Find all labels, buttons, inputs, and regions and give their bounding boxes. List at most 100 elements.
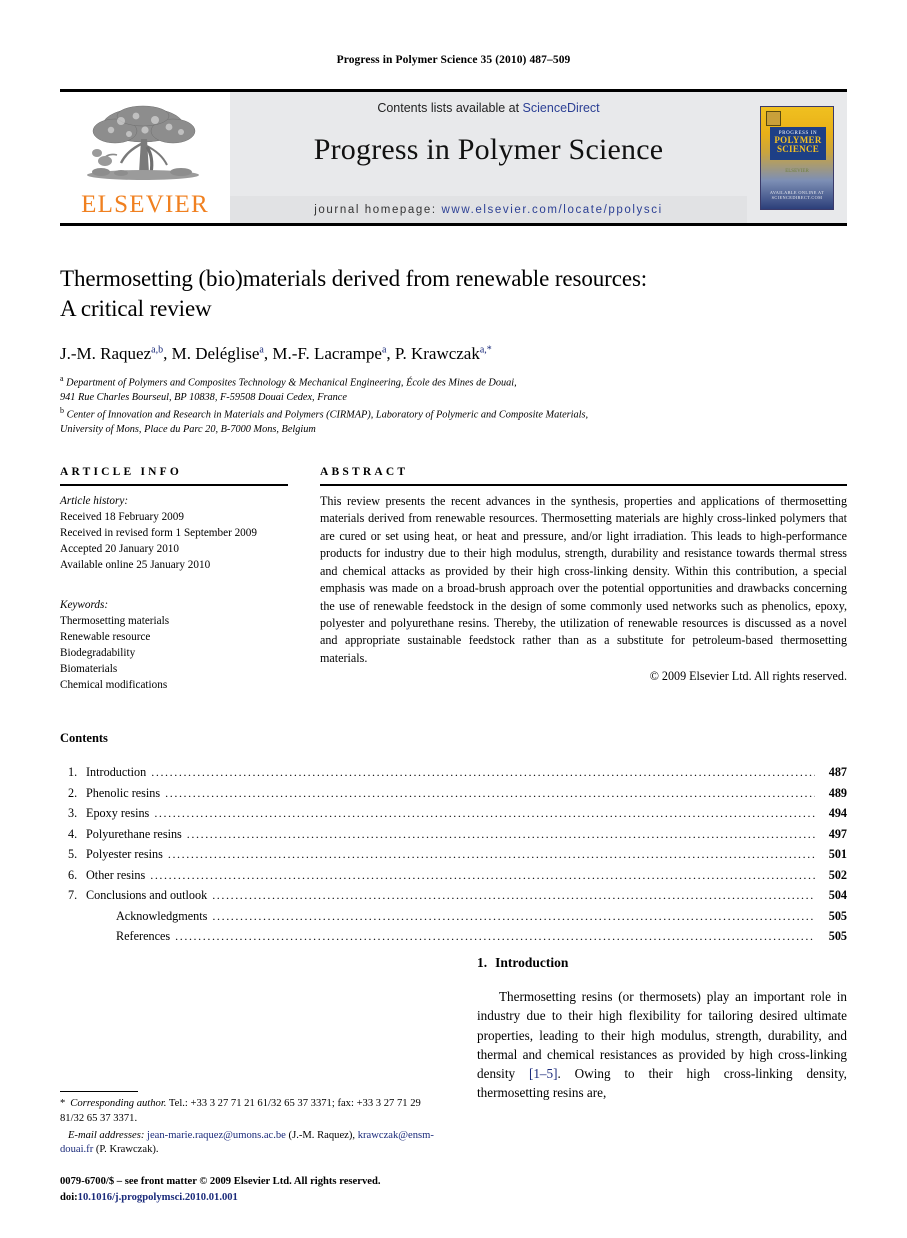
- abstract-column: ABSTRACT This review presents the recent…: [320, 466, 847, 693]
- abstract-copyright: © 2009 Elsevier Ltd. All rights reserved…: [649, 669, 847, 684]
- author-affiliation-mark: a: [259, 344, 264, 356]
- toc-entry[interactable]: 6. Other resins..........................…: [60, 865, 847, 886]
- keywords-block: Keywords: Thermosetting materials Renewab…: [60, 590, 288, 693]
- toc-dot-leader: ........................................…: [212, 908, 815, 923]
- affiliation-list: a Department of Polymers and Composites …: [60, 373, 847, 438]
- keyword-item: Thermosetting materials: [60, 615, 170, 628]
- author-list: J.-M. Raqueza,b, M. Deléglisea, M.-F. La…: [60, 343, 492, 363]
- toc-entry-label: Epoxy resins: [86, 806, 150, 821]
- keyword-item: Chemical modifications: [60, 679, 168, 692]
- toc-entry[interactable]: 2. Phenolic resins.......................…: [60, 783, 847, 804]
- toc-entry-number: 7.: [68, 888, 78, 903]
- article-history-item: Available online 25 January 2010: [60, 559, 211, 572]
- toc-entry-label: Polyester resins: [86, 847, 163, 862]
- toc-entry[interactable]: 7. Conclusions and outlook...............…: [60, 885, 847, 906]
- author-name: P. Krawczak: [394, 343, 480, 363]
- toc-entry[interactable]: 5. Polyester resins......................…: [60, 844, 847, 865]
- toc-dot-leader: ........................................…: [212, 888, 815, 903]
- toc-entry-page: 487: [828, 765, 847, 780]
- author-name: M.-F. Lacrampe: [272, 343, 382, 363]
- author-name: J.-M. Raquez: [60, 343, 152, 363]
- affiliation-line: 941 Rue Charles Bourseul, BP 10838, F-59…: [60, 391, 347, 403]
- toc-entry-number: 3.: [68, 806, 78, 821]
- elsevier-logo: ELSEVIER: [60, 92, 230, 223]
- toc-entry-label: Polyurethane resins: [86, 826, 182, 841]
- corresponding-author-star: *: [60, 1097, 66, 1109]
- toc-entry-page: 505: [828, 908, 847, 923]
- corresponding-author-tel: Tel.: +33 3 27 71 21 61/32 65 37 3371;: [166, 1097, 335, 1109]
- affiliation-line: b Center of Innovation and Research in M…: [60, 406, 589, 421]
- toc-entry[interactable]: 4. Polyurethane resins...................…: [60, 824, 847, 845]
- journal-homepage-link[interactable]: www.elsevier.com/locate/ppolysci: [442, 204, 663, 216]
- article-title-line2: A critical review: [60, 295, 212, 321]
- toc-entry-page: 489: [828, 785, 847, 800]
- toc-entry-label: Other resins: [86, 867, 146, 882]
- contents-available-prefix: Contents lists available at: [377, 101, 523, 115]
- bottom-columns: * Corresponding author. Tel.: +33 3 27 71…: [60, 955, 847, 1205]
- email-owner-2: (P. Krawczak): [95, 1144, 156, 1156]
- toc-entry[interactable]: Acknowledgments.........................…: [60, 906, 847, 927]
- page-title: Thermosetting (bio)materials derived fro…: [60, 264, 847, 324]
- article-history-item: Accepted 20 January 2010: [60, 543, 179, 556]
- toc-entry-label: Introduction: [86, 765, 147, 780]
- corresponding-author-note: * Corresponding author. Tel.: +33 3 27 71…: [60, 1097, 445, 1127]
- toc-entry-page: 494: [828, 806, 847, 821]
- keyword-item: Renewable resource: [60, 631, 151, 644]
- toc-entry-page: 501: [828, 847, 847, 862]
- table-of-contents: 1. Introduction..........................…: [60, 762, 847, 947]
- author-affiliation-mark: a,*: [479, 344, 492, 356]
- email-link-1[interactable]: jean-marie.raquez@umons.ac.be: [147, 1130, 286, 1141]
- journal-cover-thumbnail: PROGRESS IN POLYMER SCIENCE ELSEVIER AVA…: [747, 92, 847, 223]
- article-history-item: Received 18 February 2009: [60, 511, 184, 524]
- email-note: E-mail addresses: jean-marie.raquez@umon…: [60, 1129, 434, 1156]
- doi-line: doi:10.1016/j.progpolymsci.2010.01.001: [60, 1190, 445, 1205]
- article-history-item: Received in revised form 1 September 200…: [60, 527, 257, 540]
- elsevier-wordmark: ELSEVIER: [81, 191, 209, 218]
- affiliation-line: a Department of Polymers and Composites …: [60, 373, 517, 389]
- article-history-label: Article history:: [60, 495, 129, 508]
- cover-bottom-text: AVAILABLE ONLINE AT SCIENCEDIRECT.COM: [769, 189, 825, 200]
- introduction-heading: 1. Introduction: [477, 955, 847, 971]
- footnote-column: * Corresponding author. Tel.: +33 3 27 71…: [60, 955, 445, 1205]
- footnotes: * Corresponding author. Tel.: +33 3 27 71…: [60, 1090, 445, 1205]
- corresponding-author-label: Corresponding author.: [70, 1097, 167, 1109]
- article-info-heading: ARTICLE INFO: [60, 466, 183, 479]
- toc-dot-leader: ........................................…: [167, 847, 815, 862]
- toc-entry-page: 497: [828, 826, 847, 841]
- cover-image: PROGRESS IN POLYMER SCIENCE ELSEVIER AVA…: [760, 105, 834, 210]
- keywords-items: Thermosetting materials Renewable resourc…: [60, 613, 288, 693]
- toc-entry[interactable]: 1. Introduction..........................…: [60, 762, 847, 783]
- toc-entry-page: 505: [828, 929, 847, 944]
- contents-heading: Contents: [60, 731, 108, 746]
- cover-mid-text: ELSEVIER: [785, 168, 809, 174]
- doi-link[interactable]: 10.1016/j.progpolymsci.2010.01.001: [78, 1192, 238, 1203]
- toc-entry-label: References: [116, 929, 171, 944]
- toc-dot-leader: ........................................…: [151, 765, 815, 780]
- email-label: E-mail addresses:: [67, 1129, 145, 1141]
- paper-page: Progress in Polymer Science 35 (2010) 48…: [0, 0, 907, 1238]
- affiliation-line: University of Mons, Place du Parc 20, B-…: [60, 424, 316, 436]
- introduction-number: 1.: [477, 955, 488, 970]
- toc-entry[interactable]: 3. Epoxy resins..........................…: [60, 803, 847, 824]
- info-abstract-row: ARTICLE INFO Article history: Received 1…: [60, 466, 847, 693]
- toc-dot-leader: ........................................…: [186, 826, 815, 841]
- toc-entry-number: 5.: [68, 847, 78, 862]
- sciencedirect-link[interactable]: ScienceDirect: [523, 101, 600, 115]
- contents-section: Contents 1. Introduction.................…: [60, 731, 847, 947]
- article-title-line1: Thermosetting (bio)materials derived fro…: [60, 266, 648, 291]
- author-name: M. Deléglise: [171, 343, 260, 363]
- contents-available-line: Contents lists available at ScienceDirec…: [377, 101, 599, 115]
- keyword-item: Biodegradability: [60, 647, 136, 660]
- toc-entry-label: Conclusions and outlook: [86, 888, 208, 903]
- email-owner-1: (J.-M. Raquez): [288, 1129, 353, 1141]
- keyword-item: Biomaterials: [60, 663, 118, 676]
- cover-title-box: PROGRESS IN POLYMER SCIENCE: [770, 126, 826, 160]
- article-info-column: ARTICLE INFO Article history: Received 1…: [60, 466, 288, 693]
- journal-masthead: ELSEVIER Contents lists available at Sci…: [60, 89, 847, 226]
- doi-label: doi:: [60, 1191, 78, 1203]
- toc-dot-leader: ........................................…: [165, 785, 815, 800]
- introduction-title: Introduction: [495, 955, 569, 970]
- citation-link[interactable]: [1–5]: [529, 1066, 558, 1081]
- toc-entry-number: 6.: [68, 867, 78, 882]
- toc-entry[interactable]: References..............................…: [60, 926, 847, 947]
